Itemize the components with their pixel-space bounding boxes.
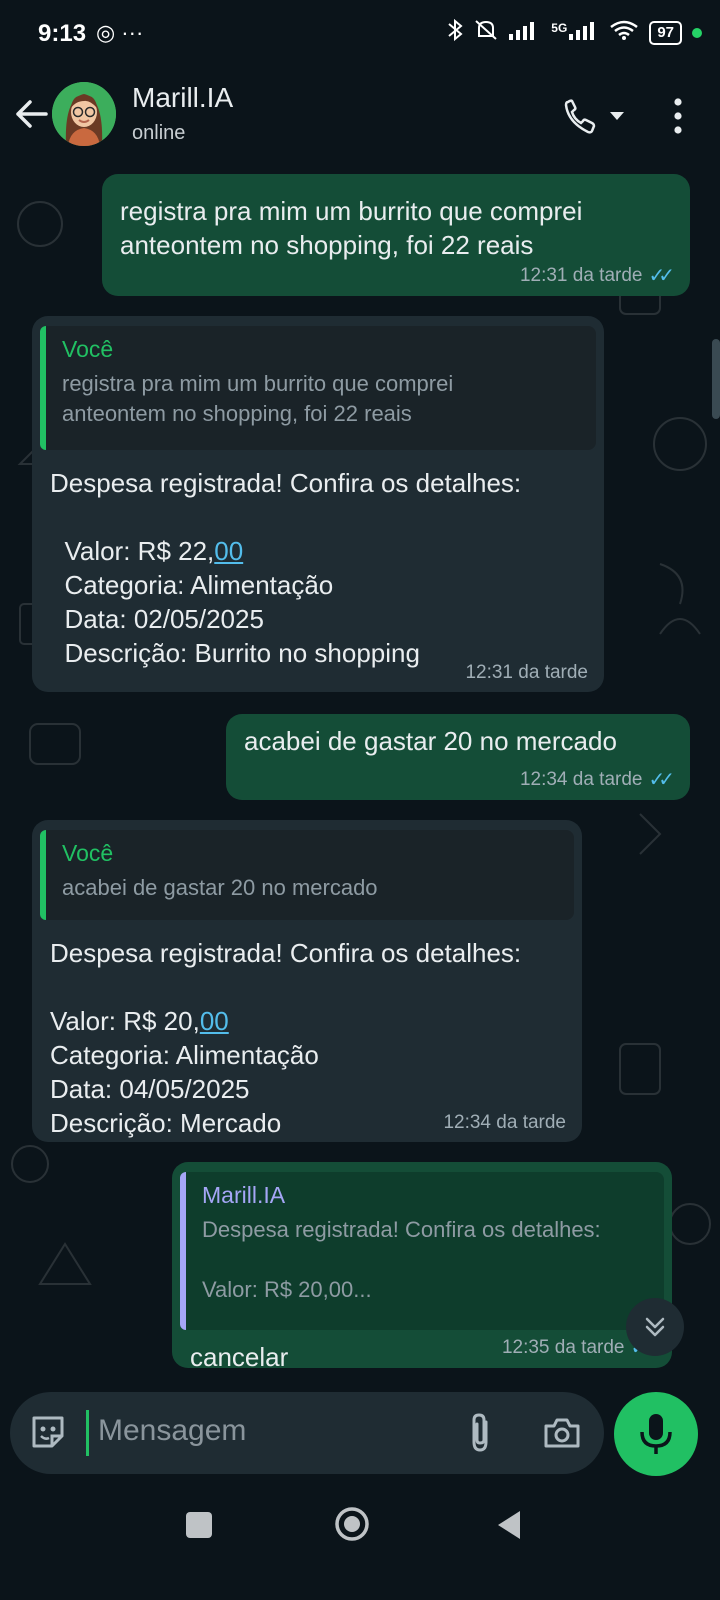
status-right-icons: 5G 97 (447, 18, 702, 47)
message-meta: 12:34 da tarde ✓✓ (519, 767, 675, 792)
network-type: 5G (551, 20, 568, 35)
status-time: 9:13 (38, 20, 87, 47)
read-receipt-icon: ✓✓ (648, 265, 674, 287)
read-receipt-icon: ✓✓ (648, 769, 674, 791)
double-chevron-down-icon (645, 1317, 665, 1337)
attach-paperclip-icon[interactable] (462, 1412, 498, 1454)
quote-author: Marill.IA (202, 1182, 286, 1208)
message-text: registra pra mim um burrito que comprei … (120, 196, 583, 260)
back-arrow-icon[interactable] (12, 94, 52, 134)
message-time: 12:31 da tarde (519, 264, 643, 286)
sticker-emoji-icon[interactable] (28, 1412, 68, 1452)
microphone-icon (640, 1414, 672, 1454)
message-heading: Despesa registrada! Confira os detalhes: (50, 938, 522, 968)
voice-message-button[interactable] (614, 1392, 698, 1476)
quoted-message[interactable]: Você registra pra mim um burrito que com… (40, 326, 596, 450)
descricao-text: Descrição: Burrito no shopping (50, 638, 420, 668)
privacy-indicator-icon (692, 27, 702, 38)
more-options-icon[interactable] (660, 94, 696, 138)
status-bar: 9:13 ◎ ··· 5G 97 (0, 0, 720, 72)
outgoing-message[interactable]: Marill.IA Despesa registrada! Confira os… (172, 1162, 672, 1372)
data-text: Data: 02/05/2025 (50, 604, 264, 634)
incoming-message[interactable]: Você acabei de gastar 20 no mercado Desp… (32, 820, 582, 1142)
chat-messages-area[interactable]: registra pra mim um burrito que comprei … (0, 164, 720, 1404)
quote-text: Despesa registrada! Confira os detalhes:… (202, 1217, 601, 1302)
valor-cents-link[interactable]: 00 (214, 536, 243, 566)
outgoing-message[interactable]: registra pra mim um burrito que comprei … (102, 174, 690, 296)
recent-apps-icon[interactable] (186, 1512, 212, 1538)
quote-text: registra pra mim um burrito que comprei … (62, 371, 454, 426)
message-time: 12:34 da tarde (519, 768, 643, 790)
message-text: acabei de gastar 20 no mercado (244, 726, 617, 756)
scroll-to-bottom-button[interactable] (626, 1298, 684, 1356)
system-navigation-bar (0, 1480, 720, 1600)
message-body: Despesa registrada! Confira os detalhes:… (40, 466, 596, 670)
categoria-text: Categoria: Alimentação (50, 570, 334, 600)
status-notification-icons: ◎ ··· (96, 20, 144, 45)
quoted-message[interactable]: Marill.IA Despesa registrada! Confira os… (180, 1172, 664, 1330)
outgoing-message[interactable]: acabei de gastar 20 no mercado 12:34 da … (226, 714, 690, 800)
signal-icon (509, 20, 541, 45)
contact-status: online (132, 122, 186, 144)
valor-text: Valor: R$ 22, (50, 536, 215, 566)
message-body: Despesa registrada! Confira os detalhes:… (40, 936, 574, 1140)
text-cursor (86, 1410, 89, 1456)
valor-cents-link[interactable]: 00 (200, 1006, 229, 1036)
quote-author: Você (62, 840, 114, 866)
voice-call-icon[interactable] (562, 96, 634, 136)
categoria-text: Categoria: Alimentação (50, 1040, 319, 1070)
bluetooth-icon (447, 18, 463, 47)
quoted-message[interactable]: Você acabei de gastar 20 no mercado (40, 830, 574, 920)
quote-author: Você (62, 336, 114, 362)
message-meta: 12:31 da tarde (465, 662, 588, 684)
data-text: Data: 04/05/2025 (50, 1074, 250, 1104)
scrollbar[interactable] (712, 339, 720, 419)
camera-icon[interactable] (542, 1414, 582, 1452)
chat-header: Marill.IA online (0, 72, 720, 164)
incoming-message[interactable]: Você registra pra mim um burrito que com… (32, 316, 604, 692)
back-triangle-icon[interactable] (494, 1508, 524, 1542)
message-time: 12:35 da tarde (501, 1336, 625, 1358)
wifi-icon (609, 19, 639, 46)
message-time: 12:34 da tarde (443, 1112, 566, 1133)
message-heading: Despesa registrada! Confira os detalhes: (50, 468, 522, 498)
quote-text: acabei de gastar 20 no mercado (62, 875, 378, 900)
battery-icon: 97 (649, 20, 682, 45)
message-time: 12:31 da tarde (465, 662, 588, 683)
message-meta: 12:31 da tarde ✓✓ (519, 263, 675, 288)
valor-text: Valor: R$ 20, (50, 1006, 200, 1036)
muted-icon (473, 18, 499, 47)
message-input[interactable]: Mensagem (98, 1414, 246, 1448)
descricao-text: Descrição: Mercado (50, 1108, 282, 1138)
contact-name[interactable]: Marill.IA (132, 82, 233, 114)
avatar[interactable] (52, 82, 116, 146)
home-icon[interactable] (334, 1506, 370, 1542)
message-composer[interactable]: Mensagem (10, 1392, 604, 1474)
signal-icon-2 (569, 20, 599, 45)
message-meta: 12:34 da tarde (443, 1112, 566, 1134)
